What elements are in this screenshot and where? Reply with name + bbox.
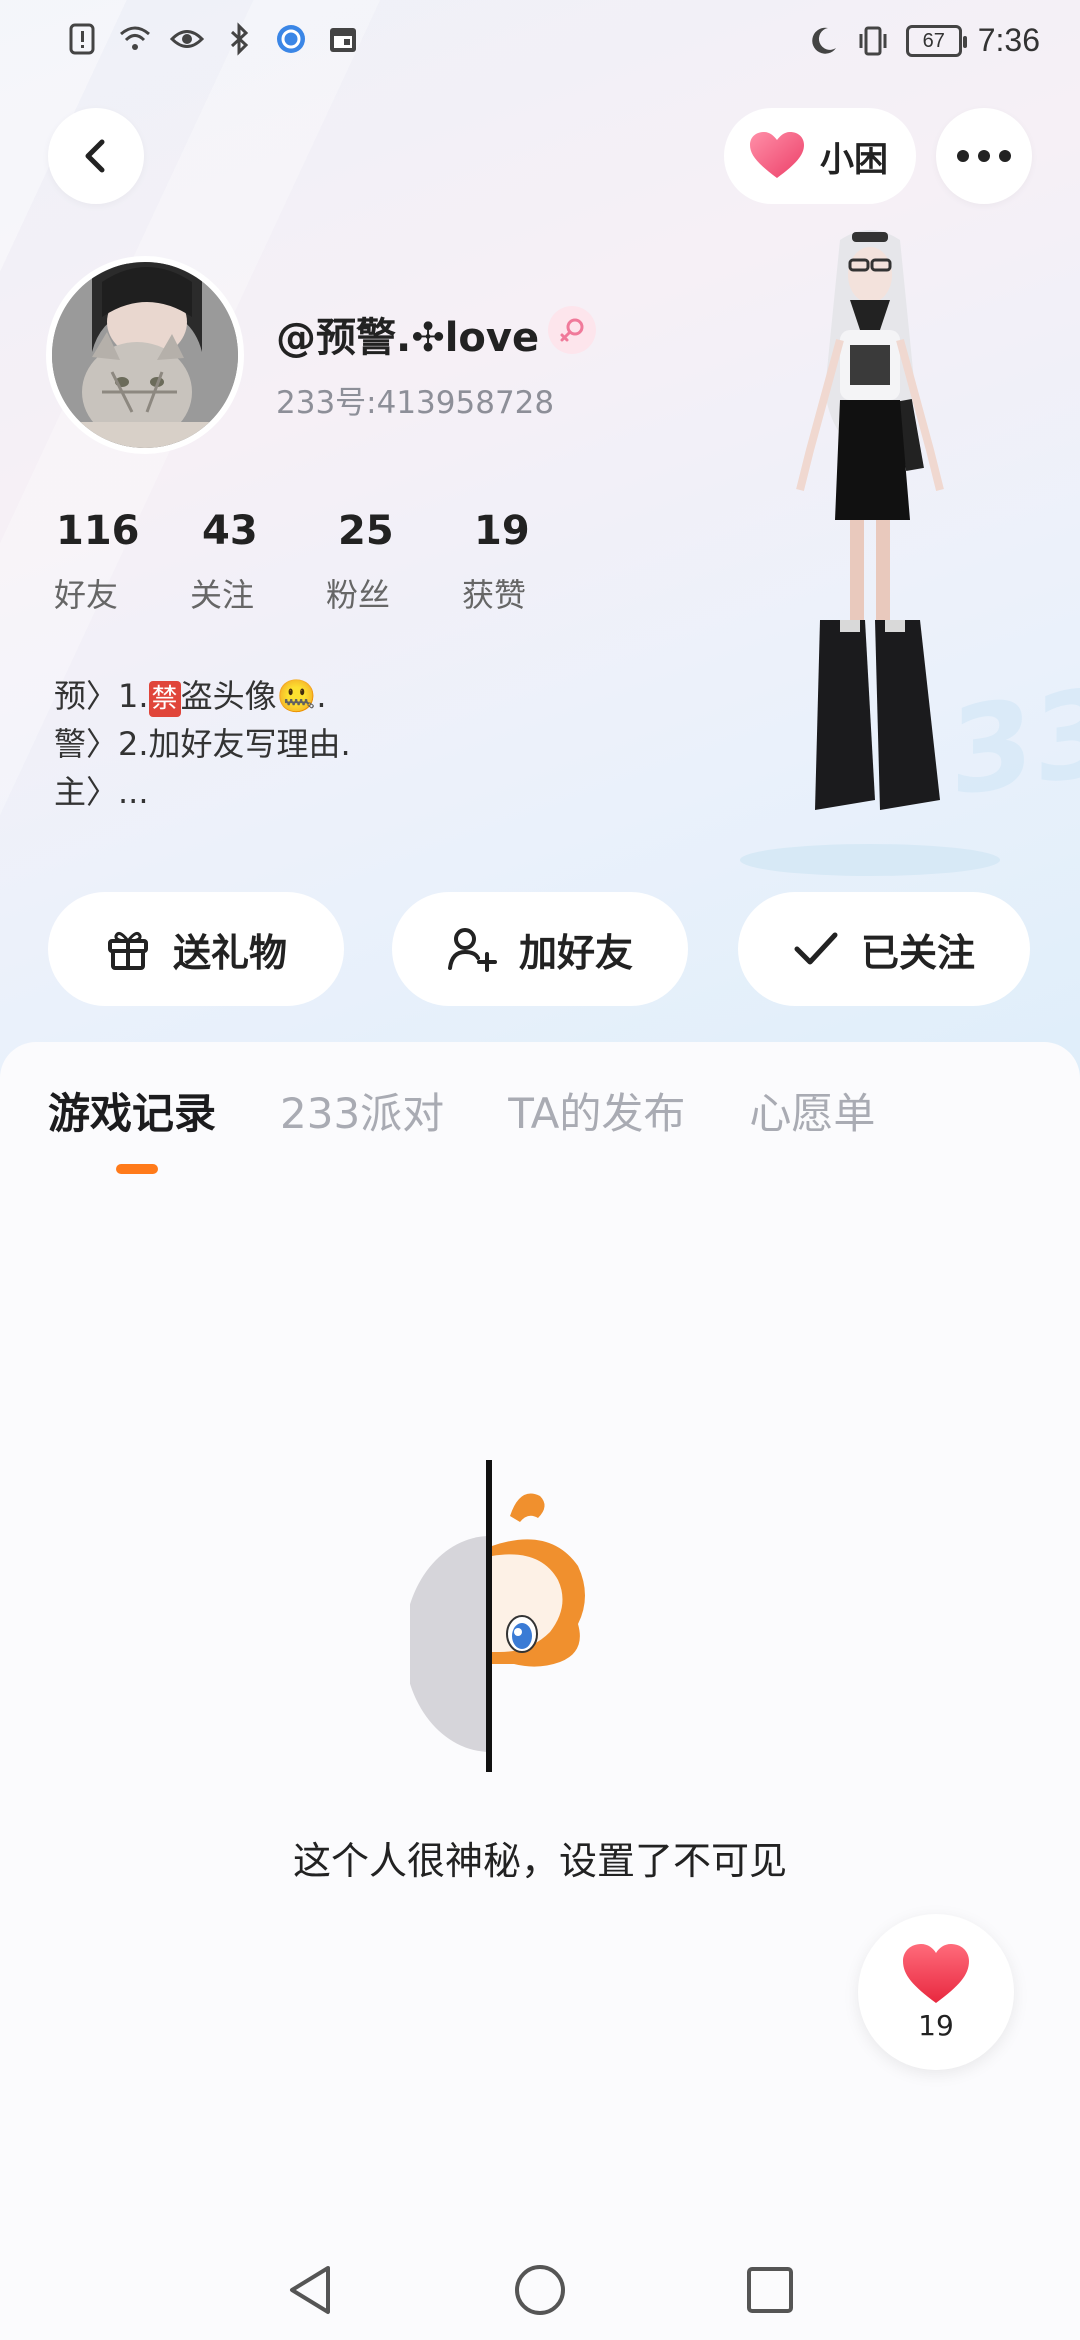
status-bar: 67 7:36 (0, 0, 1080, 90)
stat-label: 获赞 (462, 576, 527, 614)
user-avatar[interactable] (46, 256, 244, 454)
stat-value: 25 (338, 508, 394, 554)
heart-icon (903, 1943, 969, 2003)
calendar-icon (330, 28, 356, 52)
tab-wishlist[interactable]: 心愿单 (749, 1080, 875, 1141)
nav-home-button[interactable] (508, 2258, 572, 2322)
ban-tag: 禁 (148, 681, 181, 717)
stat-friends[interactable]: 116 好友 (54, 508, 190, 616)
nav-recents-button[interactable] (738, 2258, 802, 2322)
bio-text: 预〉1. (54, 677, 149, 715)
following-label: 已关注 (860, 930, 975, 975)
stat-value: 43 (202, 508, 258, 554)
stat-likes[interactable]: 19 获赞 (462, 508, 598, 616)
add-user-icon (447, 928, 497, 972)
heart-icon (750, 132, 804, 178)
mood-status-button[interactable]: 小困 (724, 108, 916, 204)
status-time: 7:36 (977, 22, 1040, 58)
user-id: 233号:413958728 (276, 385, 555, 421)
vibrate-icon (859, 26, 887, 55)
notification-icon (69, 23, 95, 55)
bio-text: 盗头像🤐. (180, 677, 327, 715)
eye-icon (170, 30, 204, 48)
stat-label: 好友 (54, 576, 119, 614)
back-button[interactable] (48, 108, 144, 204)
more-button[interactable] (936, 108, 1032, 204)
tab-233-party[interactable]: 233派对 (280, 1080, 444, 1141)
empty-state-message: 这个人很神秘，设置了不可见 (292, 1839, 787, 1883)
stat-following[interactable]: 43 关注 (190, 508, 326, 616)
app-icon (277, 25, 305, 53)
send-gift-button[interactable]: 送礼物 (48, 892, 344, 1006)
chevron-left-icon (85, 139, 105, 173)
add-friend-button[interactable]: 加好友 (392, 892, 688, 1006)
battery-indicator: 67 (905, 24, 967, 57)
square-recents-icon (747, 2267, 793, 2313)
avatar-image (52, 262, 238, 448)
system-navigation-bar (0, 2240, 1080, 2340)
wifi-icon (120, 26, 150, 50)
bluetooth-icon (230, 22, 249, 56)
triangle-back-icon (290, 2266, 330, 2314)
profile-stats: 116 好友 43 关注 25 粉丝 19 获赞 (54, 508, 598, 616)
gift-icon (107, 931, 148, 970)
profile-tabs: 游戏记录 233派对 TA的发布 心愿单 (48, 1080, 875, 1141)
female-gender-icon (548, 306, 596, 354)
tab-game-records[interactable]: 游戏记录 (48, 1080, 216, 1141)
stat-value: 19 (474, 508, 530, 554)
mood-label: 小困 (820, 139, 888, 180)
add-friend-label: 加好友 (518, 930, 633, 975)
more-icon (957, 150, 1011, 162)
avatar-3d-character[interactable]: 33 (700, 220, 1080, 880)
svg-text:33: 33 (950, 661, 1080, 824)
hidden-content-illustration (410, 1460, 585, 1772)
stat-fans[interactable]: 25 粉丝 (326, 508, 462, 616)
moon-icon (811, 27, 836, 54)
bio-line: 预〉1. 禁盗头像🤐. (54, 672, 351, 720)
like-button[interactable]: 19 (858, 1914, 1014, 2070)
brand-233-logo: 33 (950, 661, 1080, 824)
like-count: 19 (918, 2008, 954, 2042)
stat-label: 粉丝 (326, 576, 391, 614)
username: @预警.✣love (276, 315, 540, 361)
bio-line: 主〉... (54, 773, 149, 811)
stat-value: 116 (56, 508, 140, 554)
checkmark-icon (794, 932, 838, 965)
bio-line: 警〉2.加好友写理由. (54, 725, 351, 763)
profile-bio[interactable]: 预〉1. 禁盗头像🤐. 警〉2.加好友写理由. 主〉... (54, 672, 351, 816)
stat-label: 关注 (190, 576, 255, 614)
circle-home-icon (515, 2265, 565, 2315)
nav-back-button[interactable] (278, 2258, 342, 2322)
following-button[interactable]: 已关注 (738, 892, 1030, 1006)
active-tab-indicator (116, 1164, 158, 1174)
tab-ta-posts[interactable]: TA的发布 (508, 1080, 685, 1141)
send-gift-label: 送礼物 (172, 930, 287, 975)
